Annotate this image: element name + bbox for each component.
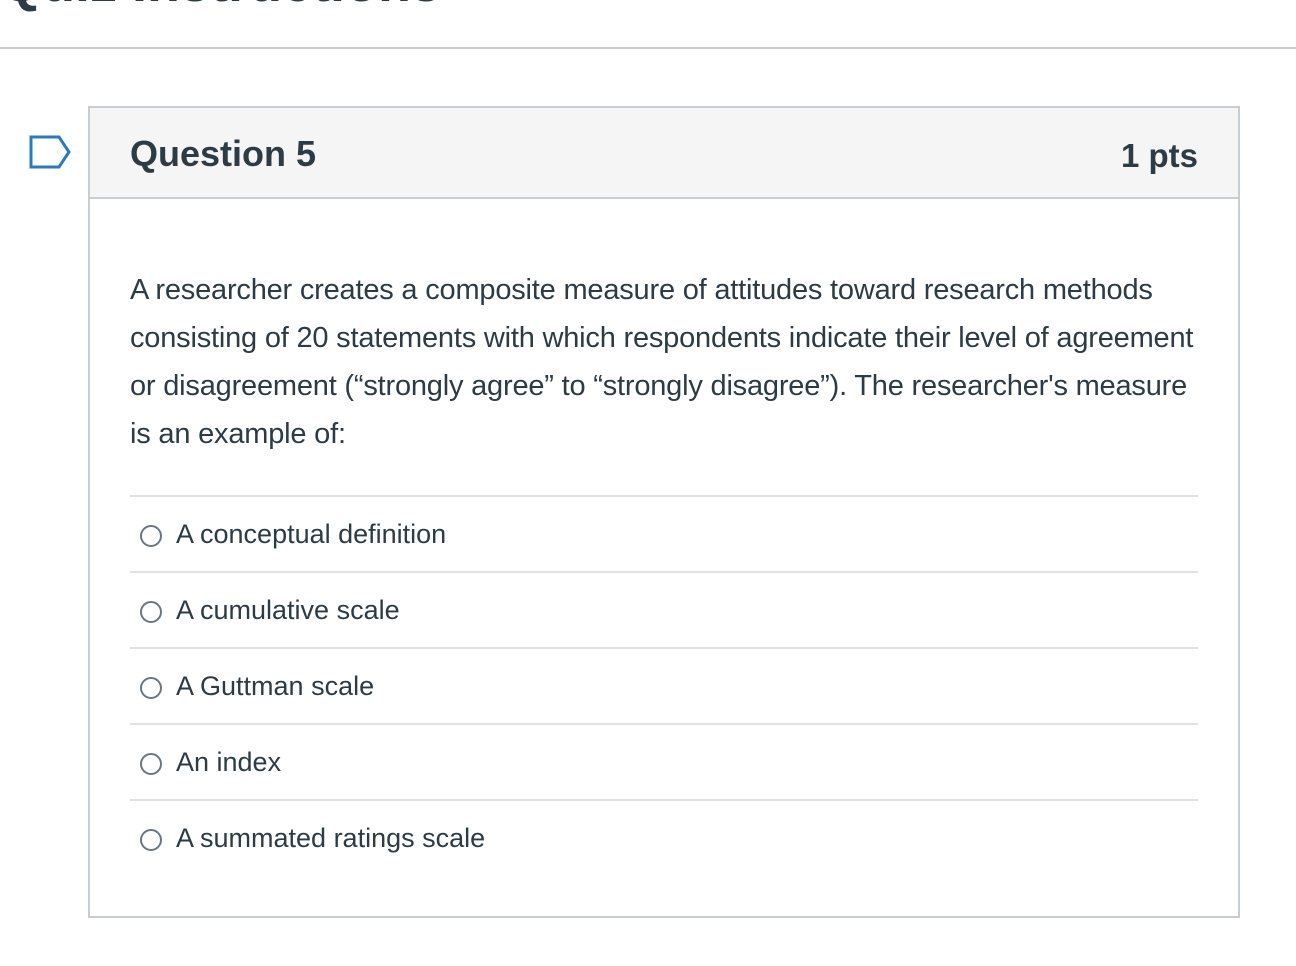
flag-question-button[interactable] bbox=[28, 134, 74, 170]
answer-label: A cumulative scale bbox=[176, 595, 400, 625]
answer-option[interactable]: A cumulative scale bbox=[130, 571, 1198, 647]
title-divider bbox=[0, 47, 1296, 49]
radio-button[interactable] bbox=[140, 829, 162, 851]
question-card: Question 5 1 pts A researcher creates a … bbox=[88, 106, 1240, 918]
radio-button[interactable] bbox=[140, 753, 162, 775]
answer-label: A summated ratings scale bbox=[176, 823, 486, 853]
answer-label: A conceptual definition bbox=[176, 519, 447, 549]
question-points: 1 pts bbox=[1120, 137, 1198, 174]
answer-label: An index bbox=[176, 747, 282, 777]
question-name: Question 5 bbox=[130, 133, 317, 174]
flag-question-icon bbox=[29, 135, 71, 169]
answer-label: A Guttman scale bbox=[176, 671, 375, 701]
quiz-page: Quiz Instructions Question 5 1 pts A res… bbox=[0, 0, 1296, 966]
answer-option[interactable]: A conceptual definition bbox=[130, 495, 1198, 571]
question-header: Question 5 1 pts bbox=[90, 108, 1238, 199]
radio-button[interactable] bbox=[140, 677, 162, 699]
radio-button[interactable] bbox=[140, 601, 162, 623]
answer-list: A conceptual definition A cumulative sca… bbox=[130, 495, 1198, 875]
answer-option[interactable]: An index bbox=[130, 723, 1198, 799]
answer-option[interactable]: A summated ratings scale bbox=[130, 799, 1198, 875]
radio-button[interactable] bbox=[140, 525, 162, 547]
question-text: A researcher creates a composite measure… bbox=[130, 274, 1194, 450]
page-title: Quiz Instructions bbox=[0, 0, 441, 10]
answer-option[interactable]: A Guttman scale bbox=[130, 647, 1198, 723]
